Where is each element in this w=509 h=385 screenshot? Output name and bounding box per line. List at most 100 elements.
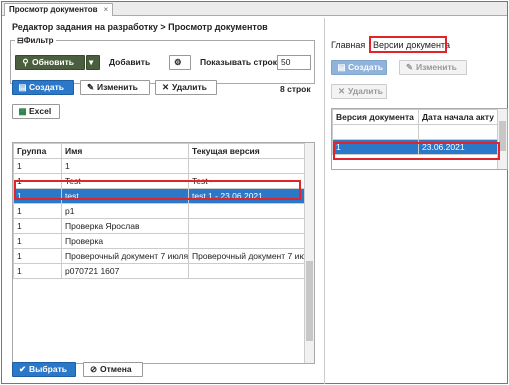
refresh-label: Обновить xyxy=(32,57,75,67)
cell-version: Test - xyxy=(188,173,307,189)
cell-name: Test xyxy=(61,173,189,189)
tab-label: Просмотр документов xyxy=(9,5,98,14)
search-icon: ⚲ xyxy=(22,57,29,67)
cell-group: 1 xyxy=(13,218,62,234)
close-icon[interactable]: × xyxy=(104,5,109,14)
select-button[interactable]: ✔ Выбрать xyxy=(12,362,76,377)
close-icon: ✕ xyxy=(161,82,170,92)
empty-cell xyxy=(418,124,499,140)
table-row[interactable]: 1 Test Test - xyxy=(13,173,307,189)
document-viewer-window: Просмотр документов × Редактор задания на… xyxy=(1,1,508,384)
add-document-icon: ▤ xyxy=(18,82,27,92)
delete-button[interactable]: ✕ Удалить xyxy=(155,80,217,95)
check-icon: ✔ xyxy=(18,364,27,374)
cancel-icon: ⊘ xyxy=(89,364,98,374)
edit-button[interactable]: ✎ Изменить xyxy=(80,80,150,95)
close-icon: ✕ xyxy=(337,86,346,96)
column-header-group[interactable]: Группа xyxy=(13,143,62,159)
empty-cell xyxy=(332,124,419,140)
cell-group: 1 xyxy=(13,203,62,219)
version-row-selected[interactable]: 1 23.06.2021 xyxy=(332,139,499,155)
table-row[interactable]: 1 p1 xyxy=(13,203,307,219)
scrollbar-thumb[interactable] xyxy=(499,121,506,151)
refresh-dropdown-button[interactable]: ▾ xyxy=(86,55,100,70)
cell-group: 1 xyxy=(13,188,62,204)
cell-name: Проверочный документ 7 июля xyxy=(61,248,189,264)
left-pane: Редактор задания на разработку > Просмот… xyxy=(5,18,320,384)
show-rows-label: Показывать строк xyxy=(200,57,277,67)
table-row[interactable]: 11 xyxy=(13,158,307,174)
cell-name: 1 xyxy=(61,158,189,174)
cell-version xyxy=(188,203,307,219)
column-header-start-date[interactable]: Дата начала акту xyxy=(418,109,499,125)
tab-bar: Просмотр документов × xyxy=(2,2,507,16)
refresh-button[interactable]: ⚲ Обновить xyxy=(15,55,85,70)
cell-version: Проверочный документ 7 июля xyxy=(188,248,307,264)
column-header-name[interactable]: Имя xyxy=(61,143,189,159)
table-row[interactable]: 1 p070721 1607 xyxy=(13,263,307,279)
cell-name: p070721 1607 xyxy=(61,263,189,279)
create-label: Создать xyxy=(29,82,64,92)
scrollbar-thumb[interactable] xyxy=(306,261,313,341)
filter-label: Фильтр xyxy=(23,36,54,45)
chevron-down-icon: ▾ xyxy=(89,57,94,67)
cell-group: 1 xyxy=(13,158,62,174)
column-header-version[interactable]: Версия документа xyxy=(332,109,419,125)
cell-name: Проверка xyxy=(61,233,189,249)
create-button[interactable]: ▤ Создать xyxy=(12,80,74,95)
excel-icon: ▦ xyxy=(18,106,27,116)
cell-group: 1 xyxy=(13,233,62,249)
cell-version: test 1 - 23.06.2021 xyxy=(188,188,307,204)
cell-name: Проверка Ярослав xyxy=(61,218,189,234)
excel-button[interactable]: ▦ Excel xyxy=(12,104,60,119)
version-delete-label: Удалить xyxy=(348,86,383,96)
cancel-button[interactable]: ⊘ Отмена xyxy=(83,362,143,377)
cell-version xyxy=(188,158,307,174)
cell-group: 1 xyxy=(13,248,62,264)
versions-scrollbar[interactable] xyxy=(497,109,507,169)
pencil-icon: ✎ xyxy=(405,62,414,72)
version-create-button[interactable]: ▤ Создать xyxy=(331,60,387,75)
table-row-selected[interactable]: 1 test test 1 - 23.06.2021 xyxy=(13,188,307,204)
collapse-icon[interactable]: ⊟ xyxy=(17,36,24,45)
breadcrumb: Редактор задания на разработку > Просмот… xyxy=(12,22,268,32)
tab-document-versions[interactable]: Версии документа xyxy=(373,40,450,50)
filter-legend[interactable]: ⊟Фильтр xyxy=(15,36,56,45)
cell-name: p1 xyxy=(61,203,189,219)
excel-label: Excel xyxy=(29,106,52,116)
cell-version xyxy=(188,263,307,279)
cell-group: 1 xyxy=(13,173,62,189)
grid-scrollbar[interactable] xyxy=(304,143,314,363)
cell-start-date: 23.06.2021 xyxy=(418,139,499,155)
filter-panel: ⊟Фильтр ⚲ Обновить ▾ Добавить ⚙ Показыват… xyxy=(10,36,315,84)
delete-label: Удалить xyxy=(172,82,207,92)
cancel-label: Отмена xyxy=(100,364,132,374)
cell-version xyxy=(188,218,307,234)
add-link[interactable]: Добавить xyxy=(109,57,150,67)
column-header-current-version[interactable]: Текущая версия xyxy=(188,143,307,159)
cell-name: test xyxy=(61,188,189,204)
pencil-icon: ✎ xyxy=(86,82,95,92)
rows-count: 8 строк xyxy=(280,84,311,94)
rows-per-page-input[interactable]: 50 xyxy=(277,55,311,70)
select-label: Выбрать xyxy=(29,364,67,374)
version-edit-button[interactable]: ✎ Изменить xyxy=(399,60,467,75)
versions-grid: Версия документа Дата начала акту 1 23.0… xyxy=(331,108,508,170)
documents-grid: Группа Имя Текущая версия 11 1 Test Test -… xyxy=(12,142,315,364)
tab-document-view[interactable]: Просмотр документов × xyxy=(4,3,114,16)
settings-button[interactable]: ⚙ xyxy=(169,55,191,70)
version-create-label: Создать xyxy=(348,62,383,72)
cell-group: 1 xyxy=(13,263,62,279)
table-row[interactable]: 1 Проверка xyxy=(13,233,307,249)
table-row[interactable]: 1 Проверочный документ 7 июля Проверочный … xyxy=(13,248,307,264)
table-row[interactable]: 1 Проверка Ярослав xyxy=(13,218,307,234)
cell-version xyxy=(188,233,307,249)
tab-main[interactable]: Главная xyxy=(331,40,365,50)
right-pane: Главная Версии документа ▤ Создать ✎ Измен… xyxy=(324,18,508,384)
version-edit-label: Изменить xyxy=(416,62,457,72)
gear-icon: ⚙ xyxy=(174,57,182,67)
cell-version-number: 1 xyxy=(332,139,419,155)
version-delete-button[interactable]: ✕ Удалить xyxy=(331,84,387,99)
edit-label: Изменить xyxy=(97,82,138,92)
add-document-icon: ▤ xyxy=(337,62,346,72)
